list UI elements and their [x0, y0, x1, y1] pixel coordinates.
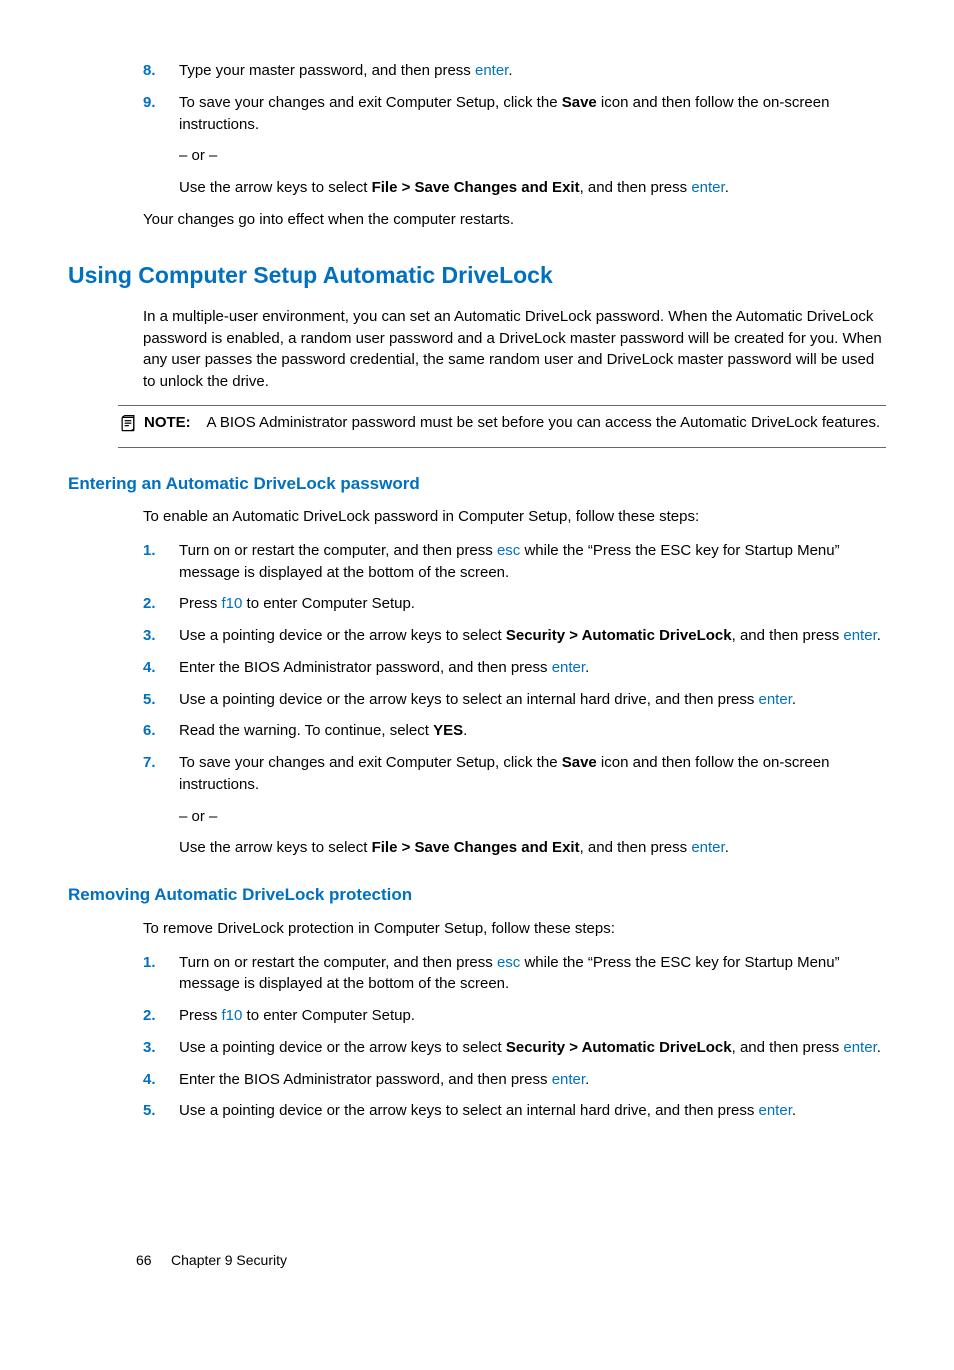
step-item: 5.Use a pointing device or the arrow key… [143, 1100, 886, 1122]
top-step-list: 8.Type your master password, and then pr… [143, 60, 886, 199]
subsection-heading-a: Entering an Automatic DriveLock password [68, 472, 886, 497]
step-body: Use a pointing device or the arrow keys … [179, 1100, 886, 1122]
section-heading: Using Computer Setup Automatic DriveLock [68, 259, 886, 292]
step-number: 5. [143, 1100, 179, 1122]
page-footer: 66 Chapter 9 Security [136, 1250, 287, 1270]
note-icon [118, 412, 140, 441]
step-number: 7. [143, 752, 179, 859]
step-number: 5. [143, 689, 179, 711]
step-body: Use a pointing device or the arrow keys … [179, 689, 886, 711]
step-number: 1. [143, 540, 179, 584]
note-body: A BIOS Administrator password must be se… [207, 414, 881, 431]
step-item: 5.Use a pointing device or the arrow key… [143, 689, 886, 711]
step-sub: – or – [179, 145, 886, 167]
subsection-heading-b: Removing Automatic DriveLock protection [68, 883, 886, 908]
note-box: NOTE: A BIOS Administrator password must… [118, 405, 886, 448]
step-item: 1.Turn on or restart the computer, and t… [143, 952, 886, 996]
step-number: 6. [143, 720, 179, 742]
step-body: Use a pointing device or the arrow keys … [179, 1037, 886, 1059]
step-item: 7.To save your changes and exit Computer… [143, 752, 886, 859]
step-number: 3. [143, 625, 179, 647]
step-item: 4.Enter the BIOS Administrator password,… [143, 1069, 886, 1091]
step-item: 2.Press f10 to enter Computer Setup. [143, 1005, 886, 1027]
step-body: Read the warning. To continue, select YE… [179, 720, 886, 742]
step-body: Enter the BIOS Administrator password, a… [179, 1069, 886, 1091]
step-item: 1.Turn on or restart the computer, and t… [143, 540, 886, 584]
chapter-label: Chapter 9 Security [171, 1252, 287, 1268]
step-item: 3.Use a pointing device or the arrow key… [143, 625, 886, 647]
step-sub: Use the arrow keys to select File > Save… [179, 837, 886, 859]
step-item: 8.Type your master password, and then pr… [143, 60, 886, 82]
step-number: 4. [143, 1069, 179, 1091]
step-item: 9.To save your changes and exit Computer… [143, 92, 886, 199]
step-item: 6.Read the warning. To continue, select … [143, 720, 886, 742]
para-a: To enable an Automatic DriveLock passwor… [143, 506, 886, 528]
step-item: 4.Enter the BIOS Administrator password,… [143, 657, 886, 679]
step-body: Use a pointing device or the arrow keys … [179, 625, 886, 647]
note-label: NOTE: [144, 414, 191, 431]
step-sub: – or – [179, 806, 886, 828]
step-number: 2. [143, 593, 179, 615]
step-number: 3. [143, 1037, 179, 1059]
intro-para: In a multiple-user environment, you can … [143, 306, 886, 393]
step-sub: Use the arrow keys to select File > Save… [179, 177, 886, 199]
step-body: To save your changes and exit Computer S… [179, 752, 886, 859]
step-body: Turn on or restart the computer, and the… [179, 540, 886, 584]
steps-b-list: 1.Turn on or restart the computer, and t… [143, 952, 886, 1123]
step-number: 1. [143, 952, 179, 996]
step-number: 8. [143, 60, 179, 82]
note-text: NOTE: A BIOS Administrator password must… [144, 412, 886, 434]
step-body: Press f10 to enter Computer Setup. [179, 593, 886, 615]
step-number: 4. [143, 657, 179, 679]
step-number: 9. [143, 92, 179, 199]
steps-a-list: 1.Turn on or restart the computer, and t… [143, 540, 886, 859]
step-number: 2. [143, 1005, 179, 1027]
top-after-para: Your changes go into effect when the com… [143, 209, 886, 231]
step-body: To save your changes and exit Computer S… [179, 92, 886, 199]
step-body: Press f10 to enter Computer Setup. [179, 1005, 886, 1027]
step-body: Turn on or restart the computer, and the… [179, 952, 886, 996]
step-body: Type your master password, and then pres… [179, 60, 886, 82]
para-b: To remove DriveLock protection in Comput… [143, 918, 886, 940]
page-number: 66 [136, 1252, 152, 1268]
step-body: Enter the BIOS Administrator password, a… [179, 657, 886, 679]
step-item: 2.Press f10 to enter Computer Setup. [143, 593, 886, 615]
step-item: 3.Use a pointing device or the arrow key… [143, 1037, 886, 1059]
